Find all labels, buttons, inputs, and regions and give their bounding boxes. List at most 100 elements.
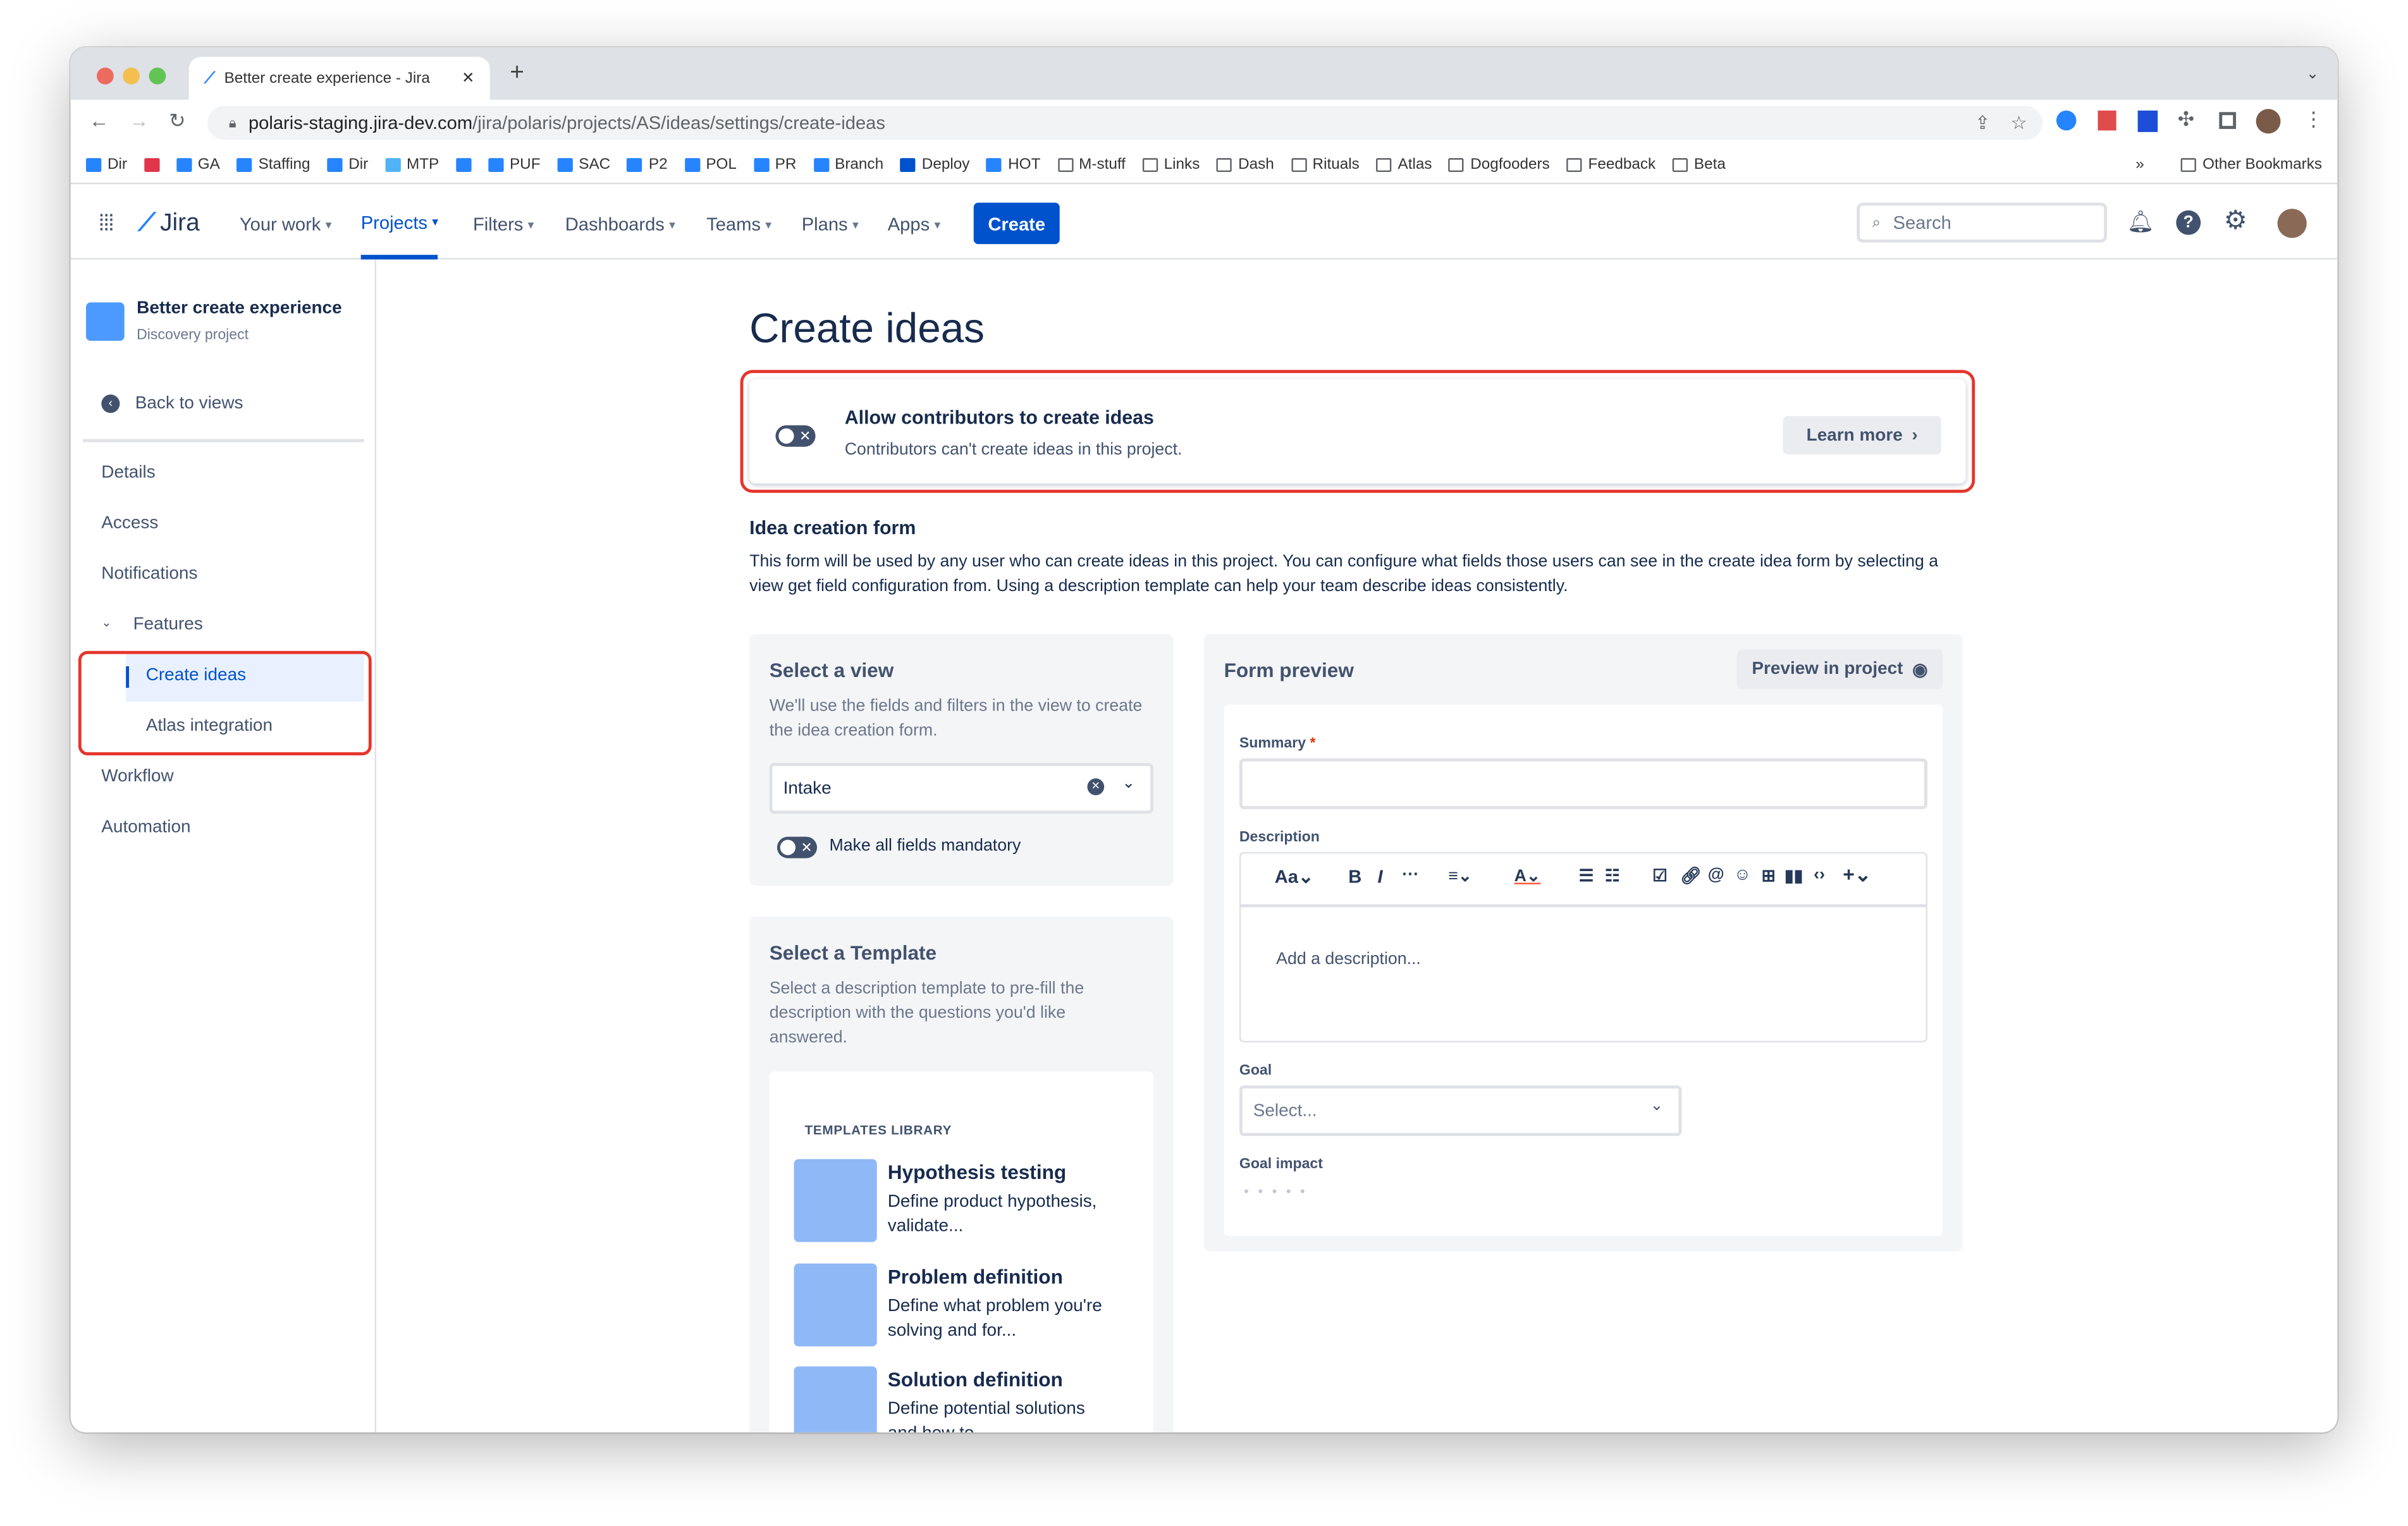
bookmark-item[interactable]: HOT — [986, 156, 1040, 173]
template-hypothesis-testing[interactable]: Hypothesis testing Define product hypothe… — [794, 1159, 1132, 1252]
bookmark-item[interactable]: Dash — [1217, 156, 1274, 173]
close-tab-icon[interactable]: ✕ — [462, 70, 474, 87]
summary-input[interactable] — [1239, 758, 1927, 809]
bookmark-item[interactable]: Branch — [813, 156, 883, 173]
user-avatar[interactable] — [2277, 209, 2307, 238]
nav-projects[interactable]: Projects ▾ — [360, 189, 439, 260]
bookmark-label: Links — [1164, 156, 1200, 173]
bookmark-item[interactable]: Rituals — [1291, 156, 1360, 173]
preview-in-project-button[interactable]: Preview in project ◉ — [1736, 649, 1943, 690]
bookmark-item[interactable]: GA — [176, 156, 220, 173]
bookmark-item[interactable]: Dir — [327, 156, 368, 173]
goal-impact-rating[interactable]: ••••• — [1244, 1183, 1314, 1199]
other-bookmarks[interactable]: » Other Bookmarks — [2135, 156, 2322, 173]
bookmark-item[interactable]: SAC — [557, 156, 610, 173]
bookmark-item[interactable]: MTP — [384, 156, 439, 173]
maximize-window-button[interactable] — [149, 67, 166, 85]
nav-plans[interactable]: Plans ▾ — [802, 189, 859, 260]
link-icon[interactable]: 🔗︎ — [1680, 866, 1702, 886]
mandatory-toggle[interactable]: ✕ — [777, 836, 818, 858]
extension-icon[interactable] — [2137, 110, 2158, 132]
text-color-icon[interactable]: A⌄ — [1514, 866, 1541, 886]
learn-more-button[interactable]: Learn more › — [1783, 416, 1941, 455]
nav-teams[interactable]: Teams ▾ — [706, 189, 771, 260]
star-icon[interactable]: ☆ — [2011, 112, 2027, 133]
bookmark-item[interactable] — [455, 157, 472, 171]
create-button[interactable]: Create — [973, 202, 1060, 245]
search-input[interactable]: ⌕ Search — [1857, 202, 2108, 243]
share-icon[interactable]: ⇪ — [1975, 112, 1990, 133]
settings-gear-icon[interactable]: ⚙ — [2224, 205, 2247, 236]
minimize-window-button[interactable] — [123, 67, 140, 85]
code-icon[interactable]: ‹› — [1814, 866, 1825, 884]
app-switcher-icon[interactable]: ⁞⁞⁞ — [98, 211, 114, 236]
bookmark-item[interactable]: PUF — [488, 156, 541, 173]
extensions-puzzle-icon[interactable]: ✣ — [2178, 107, 2194, 132]
back-to-views-link[interactable]: ‹ Back to views — [101, 394, 243, 413]
goal-select[interactable]: Select... ⌄ — [1239, 1085, 1682, 1137]
insert-plus-icon[interactable]: +⌄ — [1843, 863, 1871, 888]
sidebar-item-automation[interactable]: Automation — [101, 818, 190, 836]
layout-icon[interactable]: ▮▮ — [1784, 866, 1803, 886]
sidebar-item-features[interactable]: ⌄ Features — [101, 616, 203, 634]
table-icon[interactable]: ⊞ — [1762, 866, 1776, 886]
mention-icon[interactable]: @ — [1708, 866, 1724, 884]
sidebar-item-workflow[interactable]: Workflow — [101, 767, 173, 786]
nav-filters[interactable]: Filters ▾ — [473, 189, 534, 260]
bookmark-item[interactable]: Deploy — [900, 156, 969, 173]
emoji-icon[interactable]: ☺ — [1734, 866, 1751, 884]
bookmark-item[interactable]: M-stuff — [1057, 156, 1126, 173]
checkbox-icon[interactable]: ☑ — [1652, 866, 1668, 886]
jira-logo[interactable]: ⟋ Jira — [138, 189, 200, 260]
bookmark-item[interactable]: Dogfooders — [1449, 156, 1550, 173]
new-tab-button[interactable]: + — [510, 60, 524, 88]
view-select[interactable]: Intake ✕ ⌄ — [769, 763, 1153, 814]
extension-icon[interactable] — [2098, 110, 2116, 131]
templates-library: TEMPLATES LIBRARY Hypothesis testing Defi… — [769, 1071, 1153, 1432]
nav-dashboards[interactable]: Dashboards ▾ — [565, 189, 675, 260]
tab-list-chevron-icon[interactable]: ⌄ — [2306, 66, 2319, 83]
nav-your-work[interactable]: Your work ▾ — [240, 189, 332, 260]
bookmark-item[interactable] — [144, 157, 160, 171]
sidebar-item-details[interactable]: Details — [101, 463, 155, 482]
bookmark-item[interactable]: PR — [753, 156, 796, 173]
bookmark-item[interactable]: Dir — [86, 156, 127, 173]
sidebar-item-atlas-integration[interactable]: Atlas integration — [146, 717, 273, 735]
align-icon[interactable]: ≡⌄ — [1448, 866, 1472, 886]
template-solution-definition[interactable]: Solution definition Define potential solu… — [794, 1366, 1132, 1432]
bookmark-item[interactable]: P2 — [627, 156, 668, 173]
clear-icon[interactable]: ✕ — [1087, 778, 1105, 796]
profile-avatar[interactable] — [2256, 109, 2281, 134]
allow-contributors-toggle[interactable]: ✕ — [775, 425, 816, 447]
bookmark-item[interactable]: Staffing — [236, 156, 310, 173]
template-problem-definition[interactable]: Problem definition Define what problem yo… — [794, 1263, 1132, 1356]
bookmark-item[interactable]: POL — [684, 156, 737, 173]
close-window-button[interactable] — [97, 67, 114, 85]
extension-icon[interactable] — [2056, 110, 2077, 131]
description-editor[interactable]: Aa⌄ B I ··· ≡⌄ A⌄ ☰ ☷ ☑ 🔗︎ @ ☺ ⊞ ▮▮ ‹› +… — [1239, 852, 1927, 1043]
reload-icon[interactable]: ↻ — [169, 109, 185, 133]
overflow-chevron-icon[interactable]: » — [2135, 156, 2144, 173]
bullet-list-icon[interactable]: ☰ — [1579, 866, 1594, 886]
browser-tab[interactable]: ⟋ Better create experience - Jira ✕ — [188, 56, 490, 100]
help-icon[interactable]: ? — [2176, 210, 2201, 235]
nav-apps[interactable]: Apps ▾ — [888, 189, 940, 260]
bookmark-item[interactable]: Links — [1142, 156, 1200, 173]
chevron-down-icon[interactable]: ⌄ — [1122, 775, 1134, 792]
numbered-list-icon[interactable]: ☷ — [1605, 866, 1620, 886]
text-style-button[interactable]: Aa⌄ — [1275, 866, 1314, 888]
back-icon[interactable]: ← — [89, 109, 109, 131]
url-bar[interactable]: 🔒︎ polaris-staging.jira-dev.com/jira/pola… — [207, 106, 2043, 140]
notifications-icon[interactable]: 🔔︎ — [2127, 209, 2154, 235]
sidebar-item-notifications[interactable]: Notifications — [101, 565, 197, 583]
side-panel-icon[interactable] — [2219, 112, 2237, 130]
bookmark-item[interactable]: Feedback — [1566, 156, 1656, 173]
menu-icon[interactable]: ⋮ — [2304, 107, 2324, 132]
bold-button[interactable]: B — [1348, 866, 1361, 888]
bookmark-item[interactable]: Atlas — [1376, 156, 1432, 173]
italic-button[interactable]: I — [1377, 866, 1382, 888]
sidebar-item-access[interactable]: Access — [101, 515, 158, 533]
forward-icon[interactable]: → — [129, 109, 149, 131]
bookmark-item[interactable]: Beta — [1672, 156, 1726, 173]
more-formatting-icon[interactable]: ··· — [1402, 866, 1419, 884]
